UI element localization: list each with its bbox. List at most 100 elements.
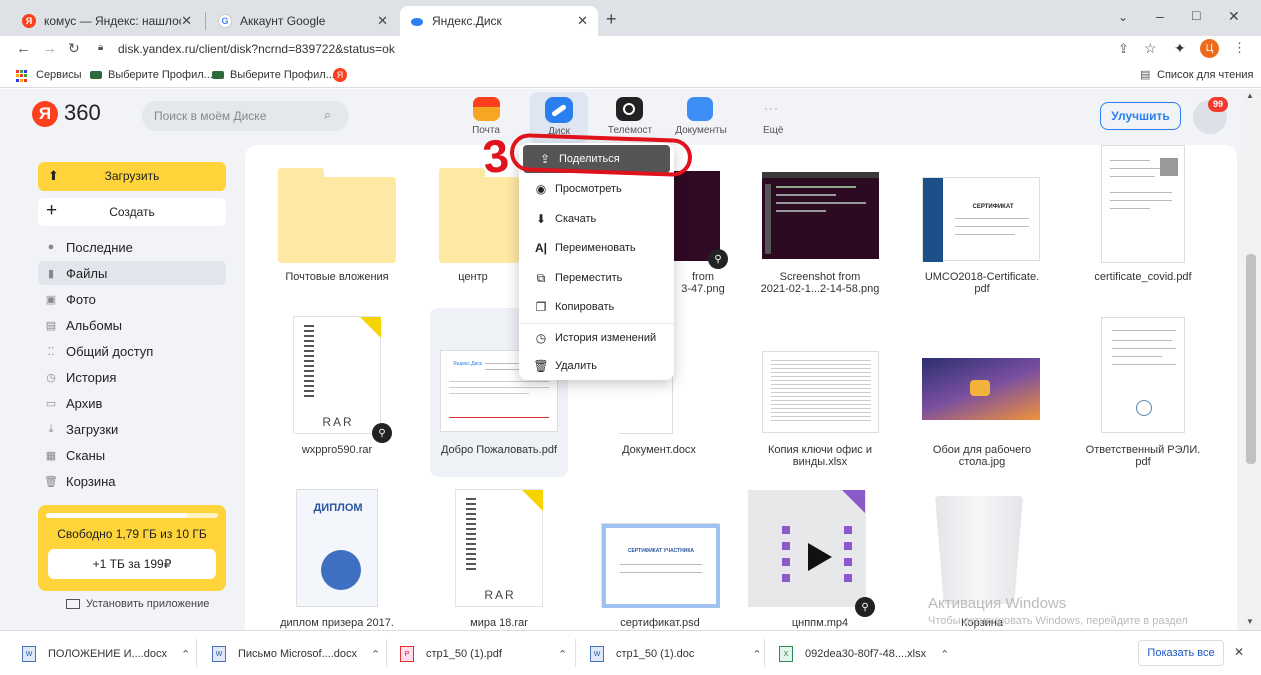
file-name[interactable]: from 3-47.png [673,271,733,295]
back-icon[interactable]: ← [16,40,31,57]
yandex-logo[interactable]: Я [32,101,58,127]
file-name[interactable]: wxppro590.rar [272,444,402,456]
bookmark-star-icon[interactable]: ☆ [1144,40,1157,57]
pdf-thumbnail[interactable] [1101,145,1185,263]
menu-item-copy[interactable]: ❐ Копировать [519,293,674,321]
upload-button[interactable]: ⬆ Загрузить [38,162,226,191]
menu-item-download[interactable]: ⬇ Скачать [519,205,674,233]
file-name[interactable]: Документ.docx [594,444,724,456]
bookmark-profile-2[interactable]: Выберите Профил... [230,69,335,81]
download-item[interactable]: Wстр1_50 (1).doc ⌃ [590,643,762,665]
scrollbar-thumb[interactable] [1246,254,1256,464]
share-icon[interactable]: ⇪ [1118,41,1129,57]
sidebar-item-archive[interactable]: ▭ Архив [38,391,226,415]
chevron-up-icon[interactable]: ⌃ [181,648,190,661]
sidebar-item-history[interactable]: ◷ История [38,365,226,389]
file-name[interactable]: мира 18.rar [434,617,564,629]
sidebar-item-albums[interactable]: ▤ Альбомы [38,313,226,337]
pdf-thumbnail[interactable] [1101,317,1185,433]
download-item[interactable]: X 092dea30-80f7-48....xlsx ⌃ [779,643,949,665]
sidebar-item-files[interactable]: ▮ Файлы [38,261,226,285]
forward-icon[interactable]: → [42,40,57,57]
menu-item-delete[interactable]: 🗑︎ Удалить [519,352,674,380]
sidebar-item-scans[interactable]: ▦ Сканы [38,443,226,467]
tab-yandex-search[interactable]: Я комус — Яндекс: нашлось 22 м ✕ [12,6,202,36]
close-icon[interactable]: ✕ [577,13,588,29]
xlsx-thumbnail[interactable] [762,351,879,433]
download-item[interactable]: W ПОЛОЖЕНИЕ И....docx ⌃ [22,643,190,665]
lock-icon[interactable]: 🔒︎ [98,42,103,53]
folder-icon[interactable] [278,168,396,263]
screenshot-thumbnail[interactable] [674,171,720,261]
file-name[interactable]: certificate_covid.pdf [1078,271,1208,283]
reading-list-button[interactable]: Список для чтения [1157,69,1253,81]
menu-item-rename[interactable]: A| Переименовать [519,234,674,262]
install-app-link[interactable]: Установить приложение [66,598,209,610]
folder-icon[interactable] [439,168,519,263]
file-name[interactable]: центр [433,271,513,283]
rar-thumbnail[interactable]: RAR [455,489,543,607]
scroll-up-icon[interactable]: ▲ [1246,91,1254,100]
service-documents[interactable]: Документы [670,93,732,143]
buy-storage-button[interactable]: +1 ТБ за 199₽ [48,549,216,579]
chevron-up-icon[interactable]: ⌃ [752,648,761,661]
tab-search-dropdown-icon[interactable]: ⌄ [1118,10,1128,24]
bookmark-services[interactable]: Сервисы [36,69,82,81]
certificate-thumbnail[interactable]: СЕРТИФИКАТ [922,177,1040,262]
link-icon[interactable]: ⚲ [855,597,875,617]
create-button[interactable]: + Создать [38,198,226,226]
file-name[interactable]: Ответственный РЭЛИ. pdf [1078,444,1208,468]
file-name[interactable]: Добро Пожаловать.pdf [434,444,564,456]
download-item[interactable]: W Письмо Microsof....docx ⌃ [212,643,380,665]
sidebar-item-recent[interactable]: ● Последние [38,235,226,259]
reload-icon[interactable]: ↻ [68,40,80,57]
video-thumbnail[interactable] [748,490,866,607]
file-name[interactable]: Screenshot from 2021-02-1...2-14-58.png [755,271,885,295]
chevron-up-icon[interactable]: ⌃ [558,648,567,661]
browser-menu-icon[interactable]: ⋮ [1233,40,1246,56]
maximize-button[interactable]: □ [1192,7,1200,23]
search-input[interactable]: Поиск в моём Диске ⌕ [142,101,349,131]
terminal-screenshot-thumbnail[interactable] [762,172,879,259]
downloads-close-button[interactable]: ✕ [1234,645,1244,659]
profile-avatar[interactable]: Ц [1200,39,1219,58]
extensions-icon[interactable]: ✦ [1174,40,1186,57]
logo-360[interactable]: 360 [64,100,101,126]
close-icon[interactable]: ✕ [377,13,388,29]
sidebar-item-trash[interactable]: 🗑︎ Корзина [38,469,226,493]
menu-item-view[interactable]: ◉ Просмотреть [519,175,674,203]
new-tab-button[interactable]: + [606,9,617,30]
sidebar-item-downloads[interactable]: ⤓ Загрузки [38,417,226,441]
service-more[interactable]: ··· Ещё [752,93,792,143]
sidebar-item-shared[interactable]: ⁚⁚ Общий доступ [38,339,226,363]
link-icon[interactable]: ⚲ [708,249,728,269]
chevron-up-icon[interactable]: ⌃ [940,648,949,661]
trash-bin-icon[interactable] [935,496,1023,604]
close-icon[interactable]: ✕ [181,13,192,29]
show-all-button[interactable]: Показать все [1138,640,1224,666]
chevron-up-icon[interactable]: ⌃ [371,648,380,661]
scroll-down-icon[interactable]: ▼ [1246,617,1254,626]
file-name[interactable]: Копия ключи офис и винды.xlsx [755,444,885,468]
wallpaper-thumbnail[interactable] [922,358,1040,420]
yandex-bookmark-icon[interactable]: Я [333,68,347,82]
file-name[interactable]: UMCO2018-Certificate. pdf [917,271,1047,295]
file-name[interactable]: Обои для рабочего стола.jpg [917,444,1047,468]
upgrade-button[interactable]: Улучшить [1100,102,1181,130]
tab-google-account[interactable]: G Аккаунт Google ✕ [208,6,398,36]
participant-certificate-thumbnail[interactable]: СЕРТИФИКАТ УЧАСТНИКА [601,523,720,608]
menu-item-history[interactable]: ◷ История изменений [519,324,674,352]
file-name[interactable]: диплом призера 2017. [272,617,402,629]
menu-item-move[interactable]: ⧉ Переместить [519,264,674,292]
link-icon[interactable]: ⚲ [372,423,392,443]
rar-thumbnail[interactable]: RAR [293,316,381,434]
tab-yandex-disk[interactable]: Яндекс.Диск ✕ [400,6,598,36]
search-icon[interactable]: ⌕ [324,107,331,123]
file-name[interactable]: цнппм.mp4 [755,617,885,629]
window-close-button[interactable]: ✕ [1228,8,1240,25]
download-item[interactable]: Pстр1_50 (1).pdf ⌃ [400,643,567,665]
url-field[interactable]: disk.yandex.ru/client/disk?ncrnd=839722&… [118,42,395,56]
minimize-button[interactable]: – [1156,8,1164,24]
file-name[interactable]: сертификат.psd [595,617,725,629]
sidebar-item-photo[interactable]: ▣ Фото [38,287,226,311]
